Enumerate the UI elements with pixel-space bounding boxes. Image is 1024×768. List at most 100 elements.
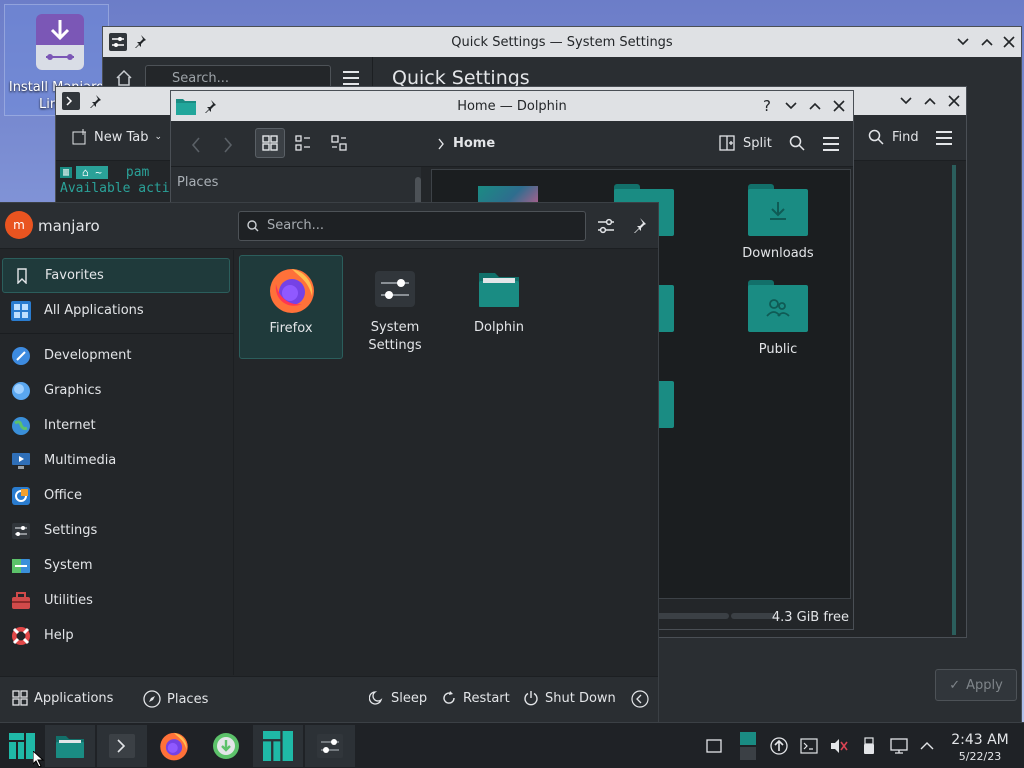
free-space-label: 4.3 GiB free [771,610,849,625]
utilities-icon [10,590,32,612]
close-button[interactable] [829,96,849,116]
category-help[interactable]: Help [2,618,230,653]
pin-icon[interactable] [631,217,647,233]
internet-icon [10,415,32,437]
check-icon: ✓ [949,677,961,693]
close-button[interactable] [999,32,1019,52]
restart-button[interactable]: Restart [441,690,510,706]
category-utilities[interactable]: Utilities [2,583,230,618]
public-folder-icon[interactable] [748,280,808,332]
minimize-button[interactable] [896,91,916,111]
folder-label: Public [758,342,798,357]
search-icon [247,220,259,232]
new-tab-button[interactable]: New Tab ⌄ [72,129,162,145]
configure-icon[interactable] [597,217,615,235]
launcher-header: m manjaro Search... [0,203,658,249]
hamburger-menu-icon[interactable] [823,137,839,151]
system-settings-titlebar[interactable]: Quick Settings — System Settings [103,27,1021,57]
settings-icon [10,520,32,542]
close-button[interactable] [944,91,964,111]
task-installer[interactable] [201,725,251,767]
breadcrumb[interactable]: Home [437,136,495,151]
prompt-home: ⌂ ~ [76,165,108,179]
category-development[interactable]: Development [2,338,230,373]
application-launcher: m manjaro Search... Favorites All Applic… [0,202,659,723]
system-settings-title: Quick Settings — System Settings [451,34,673,50]
downloads-folder-icon[interactable] [748,184,808,236]
category-multimedia[interactable]: Multimedia [2,443,230,478]
updates-icon[interactable] [770,737,788,755]
volume-muted-icon[interactable] [830,737,848,755]
terminal-app-icon [62,92,80,110]
restart-icon [443,691,455,704]
category-graphics[interactable]: Graphics [2,373,230,408]
show-desktop-icon[interactable] [705,737,723,755]
maximize-button[interactable] [977,32,997,52]
chevron-up-icon[interactable] [918,737,936,755]
folder-label: Downloads [742,246,814,261]
office-icon [10,485,32,507]
system-icon [10,555,32,577]
dolphin-title: Home — Dolphin [457,98,567,114]
pager-icon[interactable] [738,731,758,761]
category-favorites[interactable]: Favorites [2,258,230,293]
category-office[interactable]: Office [2,478,230,513]
clock-time[interactable]: 2:43 AM [944,732,1016,748]
graphics-icon [10,380,32,402]
places-tab[interactable]: Places [143,690,208,708]
favorite-system-settings[interactable]: System Settings [343,255,447,359]
forward-icon[interactable] [223,137,233,153]
scrollbar[interactable] [952,165,956,635]
home-icon[interactable] [115,69,133,87]
task-firefox[interactable] [149,725,199,767]
task-dolphin[interactable] [45,725,95,767]
applications-tab[interactable]: Applications [12,690,113,706]
back-icon[interactable] [191,137,201,153]
pin-icon[interactable] [88,94,102,108]
usb-device-icon[interactable] [860,737,878,755]
places-header: Places [177,175,219,190]
search-icon[interactable] [789,135,805,151]
category-internet[interactable]: Internet [2,408,230,443]
task-manjaro-hello[interactable] [253,725,303,767]
clock-date[interactable]: 5/22/23 [944,750,1016,763]
power-icon [524,691,538,706]
favorite-dolphin[interactable]: Dolphin [447,255,551,359]
category-system[interactable]: System [2,548,230,583]
terminal-icon [109,734,135,758]
leave-menu-button[interactable] [631,690,649,708]
split-button[interactable]: Split [719,135,772,151]
manjaro-logo-icon [9,733,35,759]
sleep-button[interactable]: Sleep [369,690,427,706]
help-button[interactable]: ? [757,96,777,116]
launcher-footer: Applications Places Sleep Restart Shut D… [0,676,658,723]
manjaro-prompt-icon: ▥ [60,166,73,178]
category-all-applications[interactable]: All Applications [2,293,230,328]
firefox-icon [160,732,188,761]
minimize-button[interactable] [781,96,801,116]
dolphin-titlebar[interactable]: Home — Dolphin ? [171,91,853,121]
find-button[interactable]: Find [868,129,919,145]
network-icon[interactable] [890,737,908,755]
username: manjaro [38,217,100,235]
task-konsole[interactable] [97,725,147,767]
hamburger-menu-icon[interactable] [343,71,359,85]
task-system-settings[interactable] [305,725,355,767]
shutdown-button[interactable]: Shut Down [523,690,616,706]
console-icon[interactable] [800,737,818,755]
compact-view-icon[interactable] [331,135,347,151]
grid-icon [12,690,28,706]
launcher-search-input[interactable]: Search... [238,211,586,241]
maximize-button[interactable] [920,91,940,111]
avatar[interactable]: m [5,211,33,239]
hamburger-menu-icon[interactable] [936,131,952,145]
apply-button[interactable]: ✓ Apply [935,669,1017,701]
icons-view-button[interactable] [255,128,285,158]
chevron-down-icon: ⌄ [154,132,163,142]
favorite-firefox[interactable]: Firefox [239,255,343,359]
category-settings[interactable]: Settings [2,513,230,548]
details-view-icon[interactable] [295,135,311,151]
minimize-button[interactable] [953,32,973,52]
grid-icon [10,300,32,322]
maximize-button[interactable] [805,96,825,116]
